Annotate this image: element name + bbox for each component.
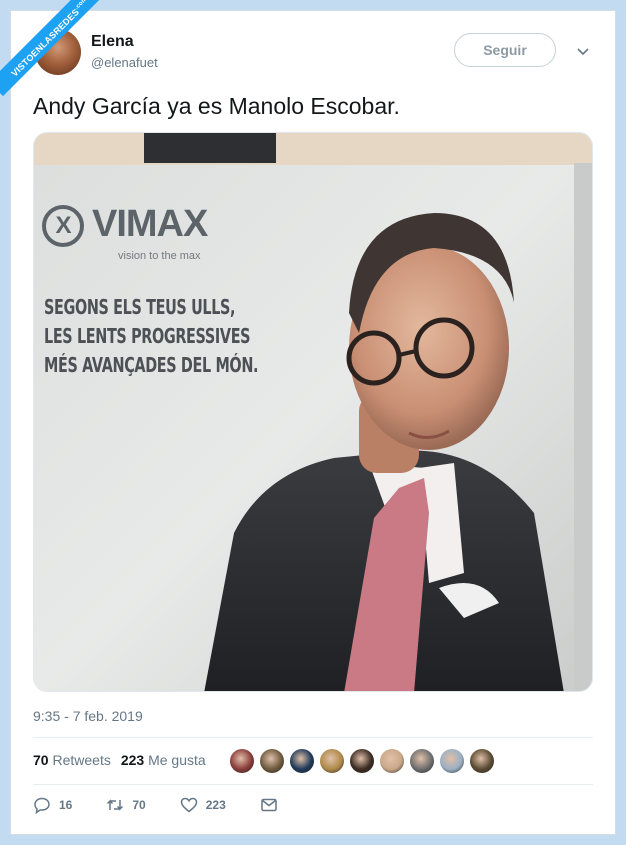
reply-button[interactable]: 16 (33, 796, 72, 814)
liker-avatar[interactable] (440, 749, 464, 773)
watermark-suffix: .com (73, 0, 89, 12)
tweet-stats: 70 Retweets 223 Me gusta (33, 752, 206, 768)
vimax-brand: VIMAX (92, 203, 208, 245)
like-count: 223 (120, 752, 145, 768)
like-button[interactable]: 223 (180, 796, 226, 814)
follow-button[interactable]: Seguir (454, 33, 556, 67)
slogan-line: LES LENTS PROGRESSIVES (44, 324, 251, 348)
author-name[interactable]: Elena (91, 33, 134, 51)
photo-slogan: SEGONS ELS TEUS ULLS, LES LENTS PROGRESS… (44, 293, 258, 380)
like-action-count: 223 (205, 798, 226, 812)
retweet-button[interactable]: 70 (106, 796, 146, 814)
liker-avatar[interactable] (290, 749, 314, 773)
divider (33, 784, 593, 785)
tweet-actions: 16 70 223 (33, 796, 312, 814)
chevron-down-icon[interactable] (575, 43, 591, 59)
tweet-timestamp[interactable]: 9:35 - 7 feb. 2019 (33, 708, 143, 724)
slogan-line: SEGONS ELS TEUS ULLS, (44, 295, 236, 319)
tweet-text: Andy García ya es Manolo Escobar. (33, 93, 400, 119)
liker-avatar[interactable] (260, 749, 284, 773)
vimax-tagline: vision to the max (118, 250, 201, 262)
envelope-icon (261, 798, 277, 812)
tweet-card: Elena @elenafuet Seguir Andy García ya e… (10, 10, 616, 835)
liker-avatar[interactable] (350, 749, 374, 773)
liker-avatar[interactable] (230, 749, 254, 773)
retweet-stat[interactable]: 70 Retweets (33, 752, 111, 768)
author-handle[interactable]: @elenafuet (91, 55, 158, 70)
liker-avatar[interactable] (470, 749, 494, 773)
message-button[interactable] (260, 796, 278, 814)
retweet-label: Retweets (52, 752, 111, 768)
retweet-icon (107, 799, 124, 811)
retweet-count: 70 (33, 752, 49, 768)
liker-avatar[interactable] (380, 749, 404, 773)
heart-icon (180, 797, 197, 813)
liker-avatar[interactable] (320, 749, 344, 773)
slogan-line: MÉS AVANÇADES DEL MÓN. (44, 353, 259, 377)
retweet-action-count: 70 (132, 798, 146, 812)
vimax-logo: X VIMAX (42, 203, 208, 247)
like-stat[interactable]: 223 Me gusta (121, 752, 206, 768)
liker-avatars (230, 749, 494, 773)
reply-icon (34, 797, 50, 814)
divider (33, 737, 593, 738)
tweet-photo[interactable]: X VIMAX vision to the max SEGONS ELS TEUS… (33, 132, 593, 692)
reply-count: 16 (59, 798, 73, 812)
like-label: Me gusta (148, 752, 206, 768)
liker-avatar[interactable] (410, 749, 434, 773)
